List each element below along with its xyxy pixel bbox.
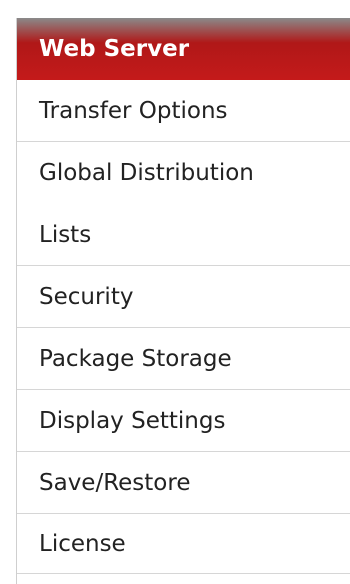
sidebar-item-label: Security — [39, 283, 134, 310]
sidebar-item-license[interactable]: License — [17, 514, 350, 574]
sidebar-item-label: Save/Restore — [39, 469, 191, 496]
sidebar-item-save-restore[interactable]: Save/Restore — [17, 452, 350, 514]
sidebar-item-label: Package Storage — [39, 345, 232, 372]
sidebar-item-security[interactable]: Security — [17, 266, 350, 328]
sidebar-item-label: Display Settings — [39, 407, 226, 434]
sidebar-item-transfer-options[interactable]: Transfer Options — [17, 80, 350, 142]
sidebar-item-label: License — [39, 530, 126, 557]
sidebar-item-label: Lists — [39, 221, 92, 248]
settings-sidebar: Web Server Transfer Options Global Distr… — [16, 18, 350, 584]
sidebar-item-global-distribution[interactable]: Global Distribution — [17, 142, 350, 204]
sidebar-item-label: Web Server — [39, 36, 190, 62]
sidebar-item-package-storage[interactable]: Package Storage — [17, 328, 350, 390]
sidebar-item-web-server[interactable]: Web Server — [17, 18, 350, 80]
sidebar-item-label: Transfer Options — [39, 97, 228, 124]
sidebar-item-label: Global Distribution — [39, 160, 254, 186]
sidebar-item-lists[interactable]: Lists — [17, 204, 350, 266]
sidebar-item-display-settings[interactable]: Display Settings — [17, 390, 350, 452]
